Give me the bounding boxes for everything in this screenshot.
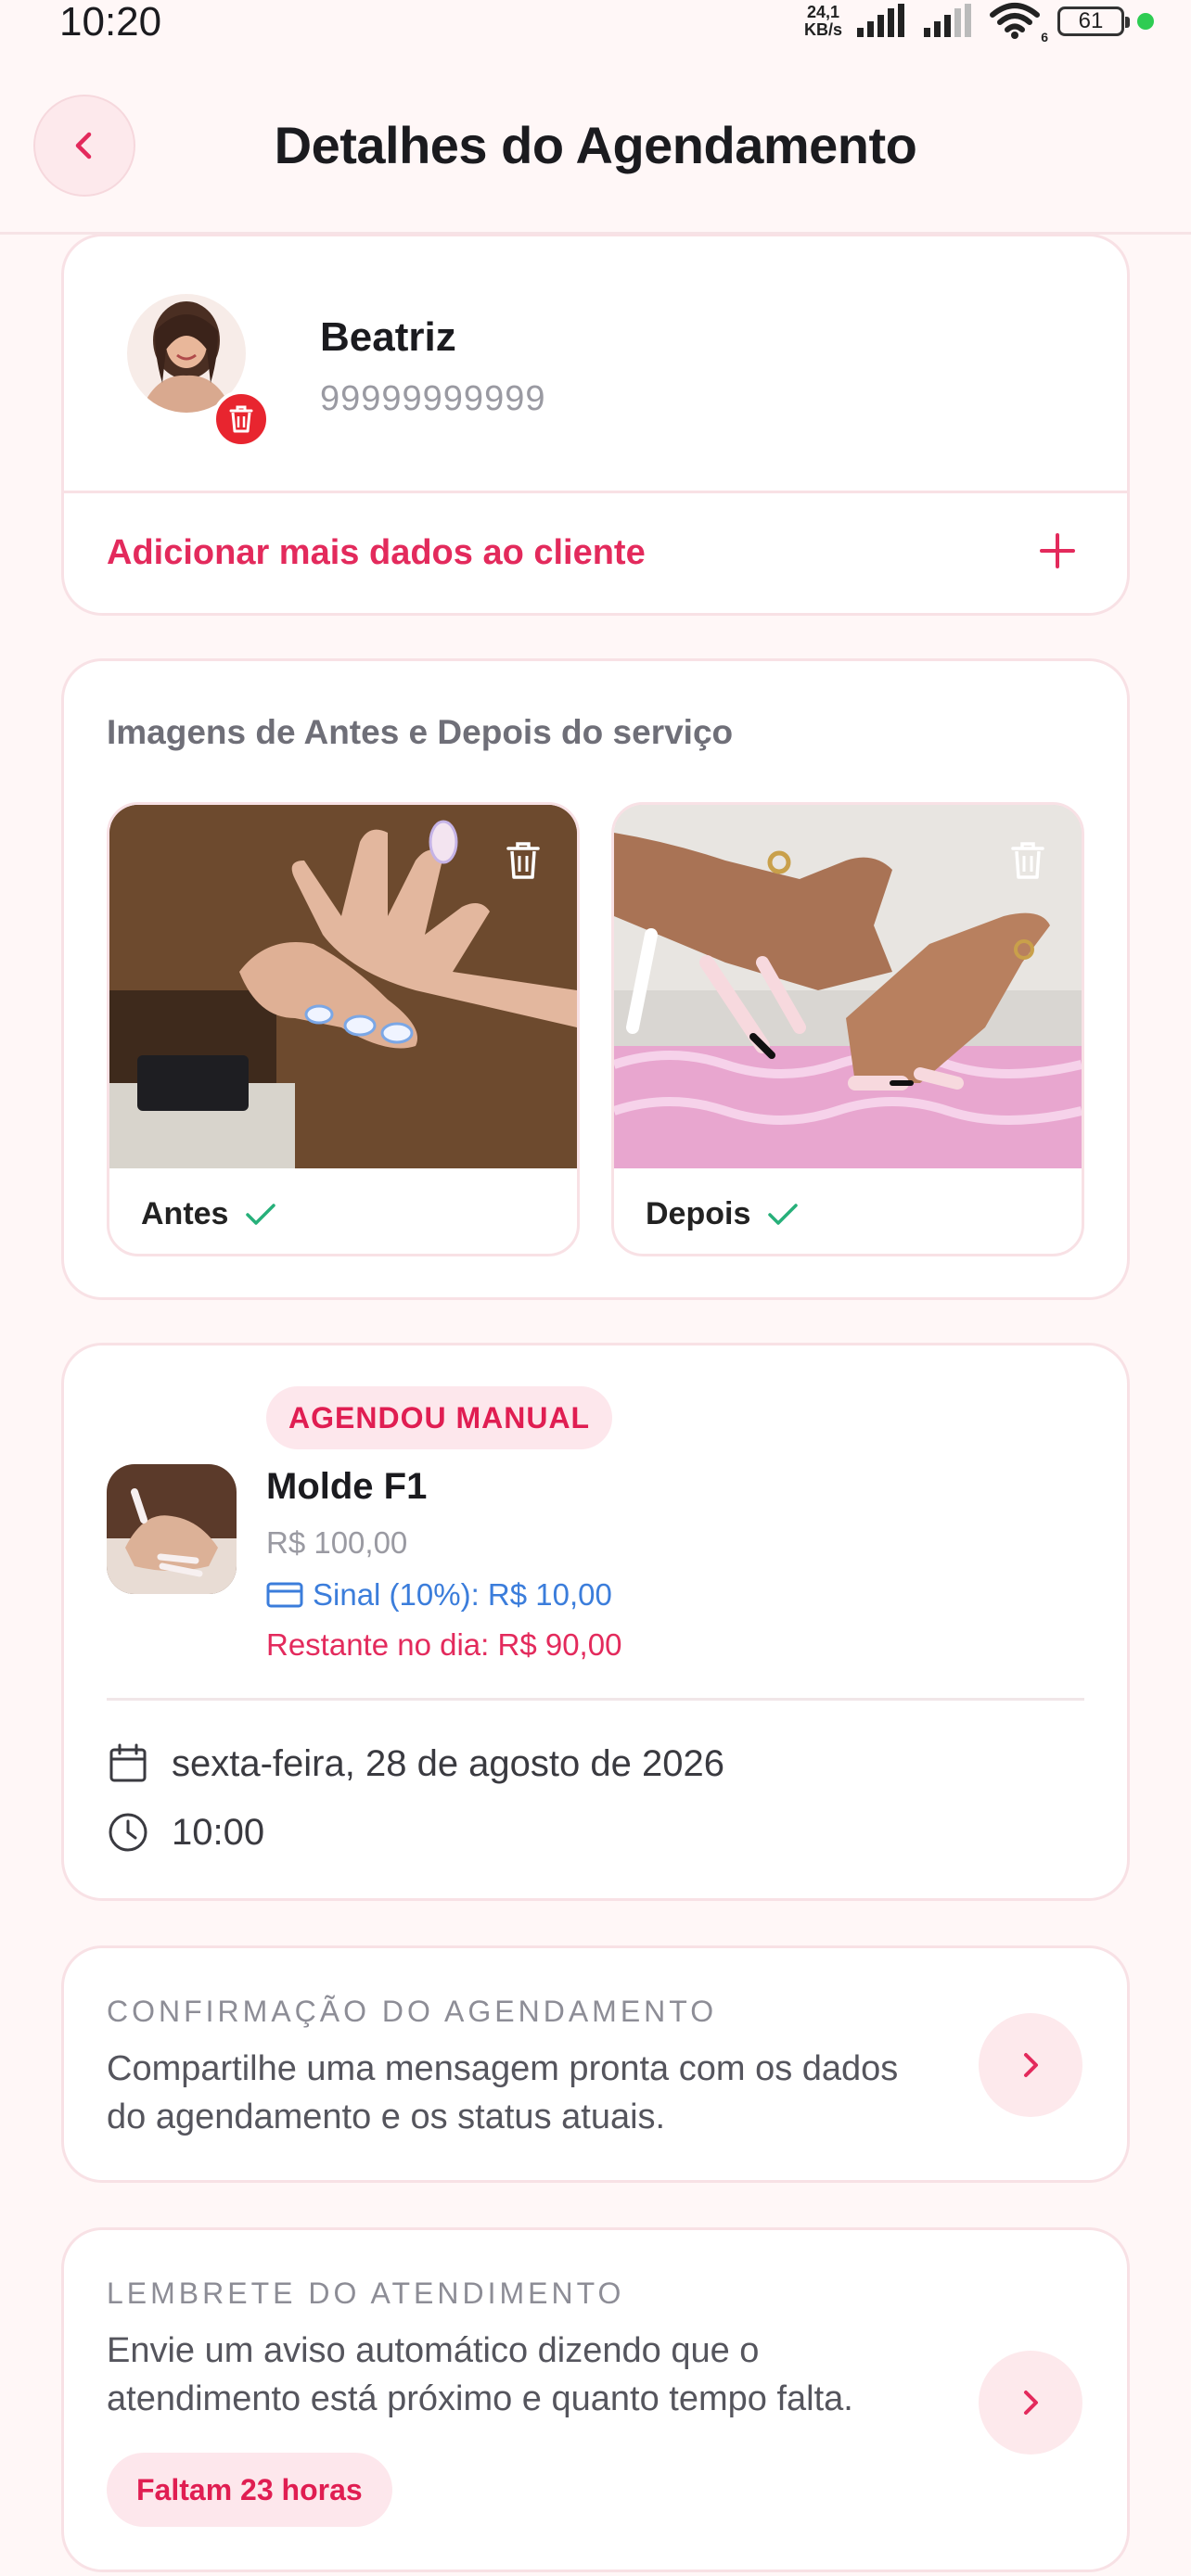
confirmation-title: CONFIRMAÇÃO DO AGENDAMENTO [107,1995,718,2028]
client-phone: 99999999999 [320,379,546,418]
status-icons: 24,1 KB/s 6 61 [804,2,1154,45]
clock-icon [109,1813,147,1852]
appointment-time-text: 10:00 [172,1811,265,1853]
plus-icon[interactable] [1036,529,1079,572]
chevron-right-icon [1024,2391,1038,2415]
share-confirmation-button[interactable] [979,2013,1082,2117]
send-reminder-button[interactable] [979,2351,1082,2455]
after-label: Depois [646,1196,799,1232]
appointment-date-text: sexta-feira, 28 de agosto de 2026 [172,1742,724,1784]
chevron-right-icon [1024,2053,1038,2077]
check-icon [768,1203,799,1225]
network-speed-value: 24,1 [806,3,840,21]
appointment-time: 10:00 [107,1811,264,1854]
client-name: Beatriz [320,314,456,360]
network-speed-unit: KB/s [803,20,842,39]
network-speed: 24,1 KB/s [804,4,842,39]
service-price: R$ 100,00 [266,1525,408,1560]
battery-indicator: 61 [1057,6,1130,36]
calendar-icon [109,1743,147,1782]
wifi-indicator: 6 [989,2,1048,45]
active-dot [1137,13,1154,30]
service-image [107,1464,237,1594]
status-bar: 10:20 24,1 KB/s 6 61 [0,0,1191,46]
divider [107,1698,1084,1701]
add-client-data-link[interactable]: Adicionar mais dados ao cliente [107,533,646,573]
trash-icon[interactable] [1009,840,1046,881]
signal-icon [924,4,971,37]
wifi-icon [990,3,1040,39]
appointment-date: sexta-feira, 28 de agosto de 2026 [107,1742,724,1785]
wifi-badge: 6 [1041,30,1048,45]
before-label: Antes [141,1196,276,1232]
reminder-title: LEMBRETE DO ATENDIMENTO [107,2276,625,2310]
status-time: 10:20 [59,0,162,45]
trash-icon [229,405,253,433]
confirmation-description: Compartilhe uma mensagem pronta com os d… [107,2049,899,2136]
check-icon [246,1203,276,1225]
service-thumbnail [107,1464,237,1594]
signal-icon [857,4,904,37]
before-after-card: Imagens de Antes e Depois do serviço Ant… [61,658,1130,1300]
confirmation-card[interactable]: CONFIRMAÇÃO DO AGENDAMENTO Compartilhe u… [61,1945,1130,2183]
after-photo-tile[interactable]: Depois [611,802,1084,1256]
service-card: AGENDOU MANUAL Molde F1 R$ 100,00 Sinal … [61,1343,1130,1901]
delete-avatar-button[interactable] [212,390,270,448]
client-card: Beatriz 99999999999 Adicionar mais dados… [61,234,1130,616]
reminder-card[interactable]: LEMBRETE DO ATENDIMENTO Envie um aviso a… [61,2227,1130,2572]
booking-source-badge: AGENDOU MANUAL [266,1386,613,1449]
deposit-text: Sinal (10%): R$ 10,00 [313,1577,612,1612]
page-title: Detalhes do Agendamento [274,116,917,174]
section-title: Imagens de Antes e Depois do serviço [107,713,734,751]
time-remaining-badge: Faltam 23 horas [107,2453,392,2527]
remaining-amount: Restante no dia: R$ 90,00 [266,1627,622,1662]
deposit-info: Sinal (10%): R$ 10,00 [266,1577,612,1613]
app-header: Detalhes do Agendamento [0,46,1191,235]
divider [64,491,1127,493]
service-name: Molde F1 [266,1466,428,1507]
before-photo-tile[interactable]: Antes [107,802,580,1256]
before-label-text: Antes [141,1196,229,1231]
reminder-description: Envie um aviso automático dizendo que o … [107,2331,853,2418]
trash-icon[interactable] [505,840,542,881]
credit-card-icon [266,1582,303,1608]
after-label-text: Depois [646,1196,751,1231]
